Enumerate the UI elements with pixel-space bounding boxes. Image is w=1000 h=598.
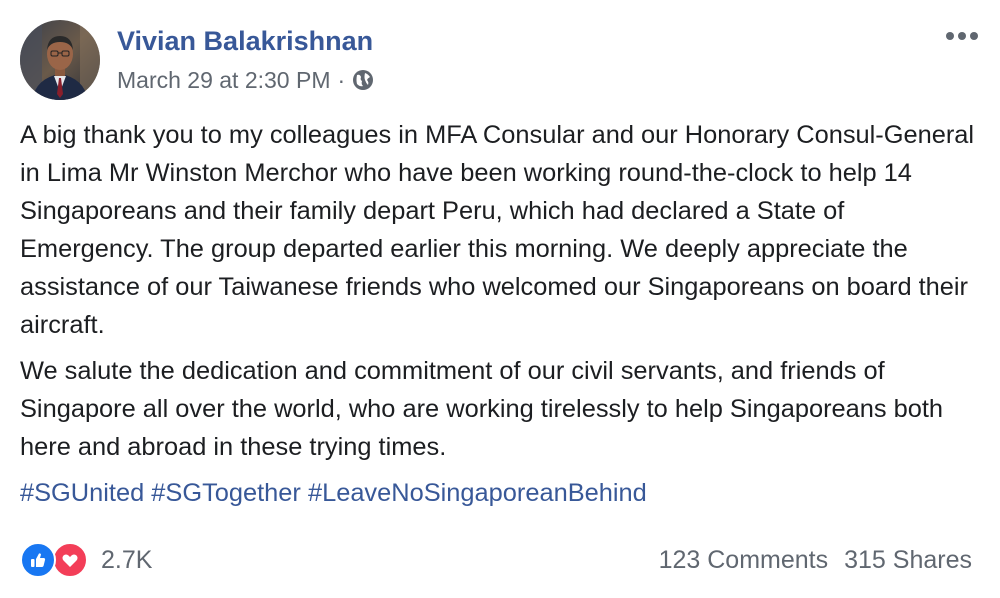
hashtag-list: #SGUnited #SGTogether #LeaveNoSingaporea… <box>20 474 982 512</box>
post-timestamp[interactable]: March 29 at 2:30 PM <box>117 67 331 94</box>
engagement-counts: 123 Comments 315 Shares <box>659 546 972 575</box>
hashtag-link[interactable]: #SGUnited <box>20 479 144 507</box>
shares-count-link[interactable]: 315 Shares <box>844 546 972 575</box>
avatar-photo <box>20 20 100 100</box>
reaction-count: 2.7K <box>101 545 153 574</box>
author-name[interactable]: Vivian Balakrishnan <box>117 26 373 57</box>
meta-separator: · <box>337 66 346 93</box>
love-icon <box>52 542 88 578</box>
facebook-post: Vivian Balakrishnan March 29 at 2:30 PM … <box>0 0 1000 598</box>
hashtag-link[interactable]: #SGTogether <box>151 479 301 507</box>
reactions-summary[interactable]: 2.7K <box>20 540 152 580</box>
like-icon <box>20 542 56 578</box>
post-meta: March 29 at 2:30 PM · <box>117 64 375 96</box>
globe-icon[interactable] <box>351 68 375 92</box>
post-footer: 2.7K 123 Comments 315 Shares <box>20 540 972 580</box>
post-paragraph: A big thank you to my colleagues in MFA … <box>20 121 975 339</box>
hashtag-link[interactable]: #LeaveNoSingaporeanBehind <box>308 479 647 507</box>
post-paragraph: We salute the dedication and commitment … <box>20 357 944 461</box>
reaction-icons <box>20 540 92 580</box>
post-content: A big thank you to my colleagues in MFA … <box>20 116 982 512</box>
comments-count-link[interactable]: 123 Comments <box>659 546 829 575</box>
more-options-icon[interactable] <box>940 22 984 50</box>
author-avatar[interactable] <box>20 20 100 100</box>
